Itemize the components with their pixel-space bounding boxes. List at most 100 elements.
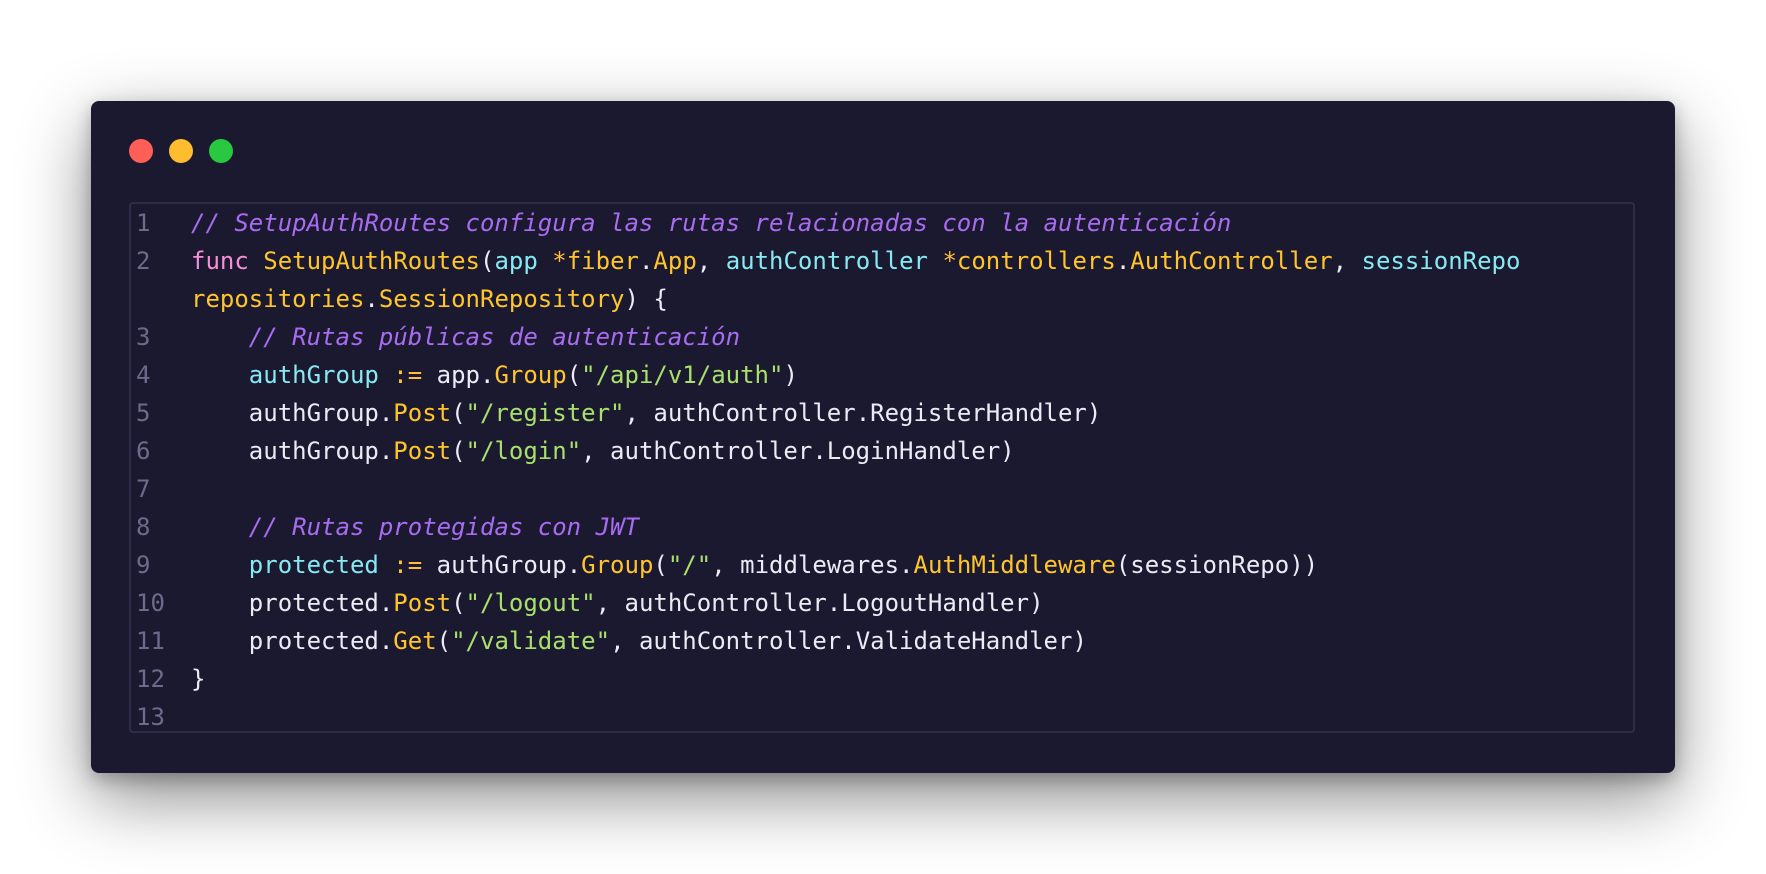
- code-token: , authController.LogoutHandler): [595, 589, 1044, 617]
- code-token: sessionRepo: [1361, 247, 1521, 275]
- code-text: func SetupAuthRoutes(app *fiber.App, aut…: [191, 242, 1633, 280]
- code-text: authGroup.Post("/login", authController.…: [191, 432, 1633, 470]
- code-token: "/login": [465, 437, 582, 465]
- line-number: 3: [136, 323, 151, 351]
- code-token: AuthMiddleware: [913, 551, 1116, 579]
- code-token: "/": [667, 551, 712, 579]
- code-token: "/register": [465, 399, 625, 427]
- code-token: authGroup.: [191, 399, 394, 427]
- code-line: 6 authGroup.Post("/login", authControlle…: [131, 432, 1633, 470]
- line-number: 8: [136, 513, 151, 541]
- code-token: , authController.ValidateHandler): [610, 627, 1087, 655]
- code-token: protected.: [191, 627, 394, 655]
- code-token: // Rutas protegidas con JWT: [248, 513, 639, 541]
- code-token: app.: [422, 361, 495, 389]
- close-window-button[interactable]: [129, 139, 153, 163]
- code-line: 4 authGroup := app.Group("/api/v1/auth"): [131, 356, 1633, 394]
- code-line: 5 authGroup.Post("/register", authContro…: [131, 394, 1633, 432]
- code-line: 9 protected := authGroup.Group("/", midd…: [131, 546, 1633, 584]
- code-window: 1 // SetupAuthRoutes configura las rutas …: [91, 101, 1675, 773]
- code-token: :=: [393, 551, 423, 579]
- line-number: 1: [136, 209, 151, 237]
- code-text: }: [191, 660, 1633, 698]
- code-token: "/validate": [451, 627, 611, 655]
- code-line: 13: [131, 698, 1633, 731]
- code-token: (: [451, 589, 466, 617]
- code-text: // SetupAuthRoutes configura las rutas r…: [191, 204, 1633, 242]
- code-token: Post: [393, 399, 452, 427]
- code-token: authGroup.: [422, 551, 582, 579]
- code-text: protected := authGroup.Group("/", middle…: [191, 546, 1633, 584]
- code-token: protected: [248, 551, 379, 579]
- code-token: "/api/v1/auth": [581, 361, 784, 389]
- code-token: app: [494, 247, 538, 275]
- code-token: authGroup.: [191, 437, 394, 465]
- code-text: // Rutas protegidas con JWT: [191, 508, 1633, 546]
- code-token: , middlewares.: [711, 551, 914, 579]
- code-token: SessionRepository: [378, 285, 625, 313]
- code-token: :=: [393, 361, 423, 389]
- line-number: 2: [136, 247, 151, 275]
- line-number: 5: [136, 399, 151, 427]
- code-line: 11 protected.Get("/validate", authContro…: [131, 622, 1633, 660]
- code-token: Post: [393, 437, 452, 465]
- code-token: .: [638, 247, 654, 275]
- minimize-window-button[interactable]: [169, 139, 193, 163]
- code-token: }: [191, 665, 206, 693]
- code-token: (: [451, 437, 466, 465]
- code-token: (: [566, 361, 582, 389]
- code-token: // SetupAuthRoutes configura las rutas r…: [191, 209, 1232, 237]
- code-token: (: [451, 399, 466, 427]
- code-token: Get: [393, 627, 437, 655]
- line-number: 7: [136, 475, 151, 503]
- line-number: 4: [136, 361, 151, 389]
- code-text: // Rutas públicas de autenticación: [191, 318, 1633, 356]
- code-token: ,: [696, 247, 726, 275]
- code-token: *: [552, 247, 567, 275]
- line-number: 12: [136, 665, 165, 693]
- code-token: protected.: [191, 589, 394, 617]
- code-token: App: [653, 247, 697, 275]
- code-text: authGroup := app.Group("/api/v1/auth"): [191, 356, 1633, 394]
- code-text: protected.Get("/validate", authControlle…: [191, 622, 1633, 660]
- code-line: 2 func SetupAuthRoutes(app *fiber.App, au…: [131, 242, 1633, 280]
- code-token: Group: [494, 361, 567, 389]
- code-token: fiber: [566, 247, 639, 275]
- code-line: 1 // SetupAuthRoutes configura las rutas …: [131, 204, 1633, 242]
- code-editor[interactable]: 1 // SetupAuthRoutes configura las rutas …: [129, 202, 1635, 733]
- code-token: ): [783, 361, 798, 389]
- line-number: 13: [136, 703, 165, 731]
- code-token: (: [480, 247, 495, 275]
- code-token: Post: [393, 589, 452, 617]
- code-line: 3 // Rutas públicas de autenticación: [131, 318, 1633, 356]
- code-token: .: [364, 285, 379, 313]
- line-number: 10: [136, 589, 165, 617]
- code-token: .: [1115, 247, 1131, 275]
- maximize-window-button[interactable]: [209, 139, 233, 163]
- code-token: , authController.RegisterHandler): [624, 399, 1102, 427]
- code-token: *: [942, 247, 957, 275]
- code-token: authController: [725, 247, 928, 275]
- line-number: 9: [136, 551, 151, 579]
- code-token: Group: [581, 551, 654, 579]
- code-line: 7: [131, 470, 1633, 508]
- line-number: 6: [136, 437, 151, 465]
- code-token: authGroup: [248, 361, 379, 389]
- code-text: protected.Post("/logout", authController…: [191, 584, 1633, 622]
- code-text: authGroup.Post("/register", authControll…: [191, 394, 1633, 432]
- code-token: controllers: [956, 247, 1116, 275]
- code-token: , authController.LoginHandler): [581, 437, 1015, 465]
- code-line: 8 // Rutas protegidas con JWT: [131, 508, 1633, 546]
- code-token: repositories: [191, 285, 365, 313]
